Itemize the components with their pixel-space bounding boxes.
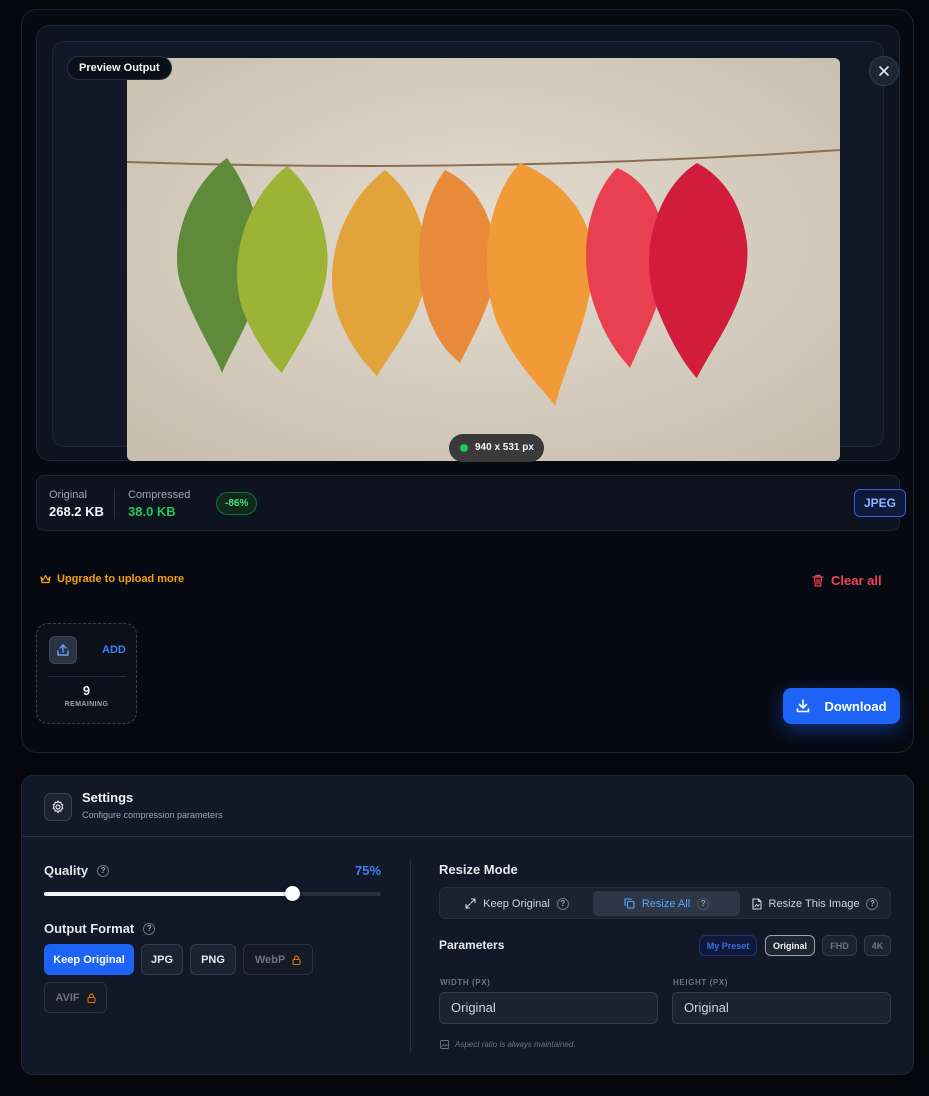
quality-slider-thumb[interactable] [284,886,300,901]
format-webp[interactable]: WebP [243,944,313,975]
parameters-label: Parameters [439,938,505,952]
settings-icon-box [44,793,72,821]
aspect-ratio-note: Aspect ratio is always maintained. [440,1040,576,1049]
settings-header: Settings Configure compression parameter… [22,776,913,837]
preview-output-badge: Preview Output [67,56,172,80]
resize-all[interactable]: Resize All ? [593,891,740,916]
upload-icon [57,644,69,656]
resize-keep-original[interactable]: Keep Original ? [443,891,591,916]
lock-icon [87,993,96,1003]
download-button[interactable]: Download [783,688,900,724]
height-label: HEIGHT (PX) [673,978,729,987]
remaining-count: 9 [82,683,91,698]
parameters-heading: Parameters [439,938,504,952]
upgrade-link[interactable]: Upgrade to upload more [40,573,184,585]
quality-slider[interactable] [44,886,381,901]
preset-fhd[interactable]: FHD [822,935,857,956]
quality-heading: Quality ? [44,863,110,878]
original-size-label: Original [49,489,87,501]
resize-mode-group: Keep Original ? Resize All ? Resize This… [439,887,891,919]
height-input[interactable]: Original [672,992,891,1024]
resize-mode-label: Resize All [641,897,691,910]
dimensions-text: 940 x 531 px [475,442,534,453]
clear-all-label: Clear all [831,573,882,588]
format-badge: JPEG [854,489,907,517]
crown-icon [40,574,51,584]
preset-my-preset[interactable]: My Preset [699,935,757,956]
add-image-tile[interactable]: ADD 9 REMAINING [36,623,137,724]
resize-this-image[interactable]: Resize This Image ? [742,891,888,916]
original-size-value: 268.2 KB [49,504,104,519]
width-label: WIDTH (PX) [440,978,491,987]
dimensions-pill: 940 x 531 px [449,434,544,462]
add-label[interactable]: ADD [102,644,126,656]
preset-label: 4K [871,940,884,951]
clear-all-button[interactable]: Clear all [812,573,882,588]
settings-subtitle: Configure compression parameters [82,810,223,820]
preview-frame: 940 x 531 px Preview Output [36,25,900,462]
help-icon[interactable]: ? [556,897,569,910]
preview-canvas: 940 x 531 px [52,41,884,462]
upload-button[interactable] [49,636,77,664]
settings-panel: Settings Configure compression parameter… [21,775,914,1075]
download-label: Download [824,698,887,714]
upload-panel: 940 x 531 px Preview Output Original 268… [21,9,914,753]
preset-original[interactable]: Original [765,935,815,956]
format-label: Keep Original [53,953,125,966]
format-jpg[interactable]: JPG [141,944,183,975]
download-icon [797,699,810,713]
format-label: PNG [201,953,225,966]
upgrade-label: Upgrade to upload more [57,573,185,585]
quality-label: Quality [44,863,89,878]
resize-mode-label: Resize This Image [768,897,860,910]
settings-title: Settings [82,790,134,805]
stats-divider [114,489,115,519]
help-icon[interactable]: ? [97,864,110,877]
quality-slider-fill [44,892,292,896]
width-input[interactable]: Original [439,992,658,1024]
output-format-label: Output Format [44,921,135,936]
compressed-size-label: Compressed [128,489,191,501]
lock-icon [292,955,301,965]
resize-mode-heading: Resize Mode [439,862,518,877]
close-icon [879,66,889,76]
preset-label: FHD [830,940,849,951]
help-icon[interactable]: ? [866,897,879,910]
preset-4k[interactable]: 4K [864,935,891,956]
quality-value: 75% [355,863,382,878]
gear-icon [52,800,64,813]
settings-column-divider [410,859,411,1052]
compression-stats: Original 268.2 KB Compressed 38.0 KB -86… [36,475,907,531]
preset-label: Original [772,940,807,951]
compressed-size-value: 38.0 KB [128,504,176,519]
trash-icon [812,574,824,587]
format-png[interactable]: PNG [190,944,236,975]
output-format-heading: Output Format ? [44,921,156,936]
help-icon[interactable]: ? [143,922,156,935]
format-avif[interactable]: AVIF [44,982,107,1013]
status-dot [460,444,468,452]
close-preview-button[interactable] [869,56,899,86]
image-icon [440,1040,449,1049]
format-keep-original[interactable]: Keep Original [44,944,134,975]
tile-divider [48,676,126,677]
file-image-icon [751,897,762,910]
format-label: AVIF [55,991,80,1004]
preset-label: My Preset [706,940,750,951]
expand-icon [465,898,476,909]
copy-icon [624,898,635,909]
format-label: JPG [150,953,173,966]
saving-badge: -86% [216,492,258,515]
preview-image [127,58,840,461]
resize-mode-label: Resize Mode [439,862,518,877]
remaining-label: REMAINING [64,701,109,708]
resize-mode-label: Keep Original [483,897,550,910]
format-label: WebP [254,953,286,966]
help-icon[interactable]: ? [697,897,710,910]
aspect-ratio-text: Aspect ratio is always maintained. [455,1040,576,1049]
